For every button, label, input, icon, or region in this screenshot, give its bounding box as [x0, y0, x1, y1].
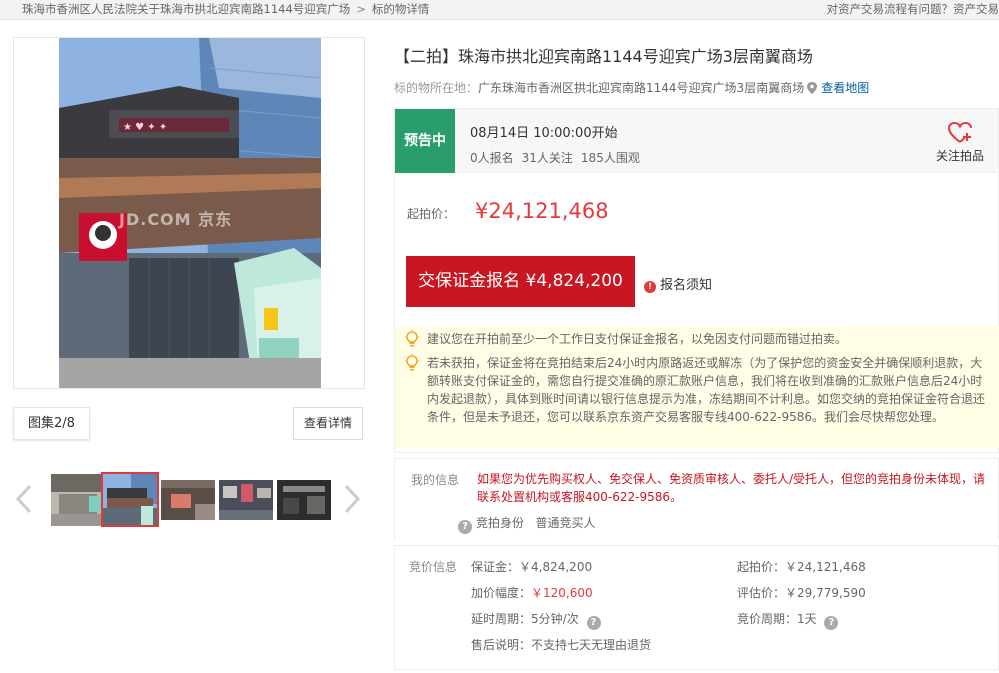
- deposit-value: ￥4,824,200: [519, 560, 593, 574]
- tip-2: 若未获拍，保证金将在竞拍结束后24小时内原路返还或解冻（为了保护您的资金安全并确…: [427, 356, 986, 424]
- auction-panel: 预告中 08月14日 10:00:00开始 0人报名 31人关注 185人围观 关注…: [394, 108, 999, 453]
- gallery-counter-tab[interactable]: 图集2/8: [13, 407, 90, 440]
- thumbnail-3[interactable]: [161, 474, 215, 526]
- signup-notice-link[interactable]: ! 报名须知: [644, 274, 712, 293]
- follower-count: 31人关注: [521, 151, 573, 165]
- start-price-label: 起拍价：: [407, 207, 456, 221]
- identity-label: 竞拍身份: [476, 516, 525, 530]
- breadcrumb-separator: >: [356, 2, 366, 16]
- auction-start-time: 08月14日 10:00:00开始: [470, 126, 618, 141]
- my-info-warning: 如果您为优先购买权人、免交保人、免资质审核人、委托人/受托人，但您的竞拍身份未体…: [477, 472, 986, 504]
- map-pin-icon: [807, 82, 818, 94]
- heart-plus-icon: [947, 121, 972, 143]
- photo-watermark: JD.COM 京东: [119, 210, 233, 229]
- start-value: ￥24,121,468: [785, 560, 866, 574]
- increment-label: 加价幅度：: [471, 586, 532, 600]
- auction-status-row: 预告中 08月14日 10:00:00开始 0人报名 31人关注 185人围观 关注…: [395, 109, 998, 173]
- thumbnail-5[interactable]: [277, 474, 331, 526]
- item-title: 【二拍】珠海市拱北迎宾南路1144号迎宾广场3层南翼商场: [394, 47, 813, 66]
- alert-icon: !: [644, 281, 656, 293]
- delay-label: 延时周期：: [471, 612, 532, 626]
- top-bar: 珠海市香洲区人民法院关于珠海市拱北迎宾南路1144号迎宾广场 > 标的物详情 对资产…: [0, 0, 999, 20]
- lightbulb-icon: [404, 354, 420, 372]
- tip-1: 建议您在开拍前至少一个工作日支付保证金报名，以免因支付问题而错过拍卖。: [427, 332, 848, 346]
- location-address: 广东珠海市香洲区拱北迎宾南路1144号迎宾广场3层南翼商场: [478, 81, 805, 95]
- help-link[interactable]: 对资产交易流程有问题？资产交易: [827, 1, 999, 17]
- delay-info: 延时周期：5分钟/次 ?: [471, 610, 605, 630]
- cycle-info: 竞价周期：1天 ?: [737, 610, 842, 630]
- deposit-label: 保证金：: [471, 560, 520, 574]
- auction-stats: 0人报名 31人关注 185人围观: [470, 149, 648, 166]
- svg-text:★ ♥ ✦ ✦: ★ ♥ ✦ ✦: [123, 122, 167, 133]
- delay-value: 5分钟/次: [531, 612, 579, 626]
- increment-info: 加价幅度：￥120,600: [471, 584, 593, 601]
- view-details-button[interactable]: 查看详情: [293, 407, 363, 440]
- help-icon[interactable]: ?: [586, 616, 601, 630]
- pay-deposit-signup-button[interactable]: 交保证金报名 ¥4,824,200: [406, 256, 635, 307]
- thumbnail-4[interactable]: [219, 474, 273, 526]
- help-icon[interactable]: ?: [458, 520, 472, 534]
- increment-value: ￥120,600: [531, 586, 593, 600]
- breadcrumb-item-current: 标的物详情: [371, 2, 430, 16]
- appraisal-value: ￥29,779,590: [785, 586, 866, 600]
- viewer-count: 185人围观: [580, 151, 640, 165]
- breadcrumb-item-court[interactable]: 珠海市香洲区人民法院关于珠海市拱北迎宾南路1144号迎宾广场: [22, 2, 350, 16]
- identity-value: 普通竞买人: [535, 516, 596, 530]
- start-label: 起拍价：: [737, 560, 786, 574]
- location-label: 标的物所在地：: [394, 81, 479, 95]
- thumbnail-1[interactable]: [51, 474, 105, 526]
- cycle-label: 竞价周期：: [737, 612, 798, 626]
- breadcrumb: 珠海市香洲区人民法院关于珠海市拱北迎宾南路1144号迎宾广场 > 标的物详情: [22, 1, 429, 17]
- thumbnail-2-selected[interactable]: [101, 472, 159, 527]
- help-icon[interactable]: ?: [824, 616, 839, 630]
- my-info-section: 我的信息 如果您为优先购买权人、免交保人、免资质审核人、委托人/受托人，但您的竞…: [394, 458, 999, 540]
- main-image-frame: ★ ♥ ✦ ✦ JD.COM 京东: [13, 37, 365, 389]
- aftersale-label: 售后说明：: [471, 638, 532, 652]
- lightbulb-icon: [404, 330, 420, 348]
- aftersale-value: 不支持七天无理由退货: [531, 638, 652, 652]
- follow-label: 关注拍品: [935, 149, 984, 163]
- aftersale-info: 售后说明：不支持七天无理由退货: [471, 636, 651, 653]
- view-map-link[interactable]: 查看地图: [821, 81, 869, 95]
- bidder-identity: ? 竞拍身份 普通竞买人: [458, 514, 595, 534]
- appraisal-info: 评估价：￥29,779,590: [737, 584, 866, 601]
- tips-panel: 建议您在开拍前至少一个工作日支付保证金报名，以免因支付问题而错过拍卖。 若未获拍…: [395, 326, 999, 448]
- follow-item-button[interactable]: 关注拍品: [930, 121, 990, 164]
- my-info-label: 我的信息: [411, 473, 460, 487]
- cycle-value: 1天: [797, 612, 817, 626]
- bid-info-label: 竞价信息: [409, 560, 458, 574]
- bid-info-section: 竞价信息 保证金：￥4,824,200 加价幅度：￥120,600 延时周期：5…: [394, 545, 999, 670]
- status-badge: 预告中: [395, 109, 455, 173]
- item-location: 标的物所在地：广东珠海市香洲区拱北迎宾南路1144号迎宾广场3层南翼商场 查看地图: [394, 79, 869, 96]
- chevron-right-icon[interactable]: [342, 484, 362, 514]
- chevron-left-icon[interactable]: [14, 484, 34, 514]
- signup-notice-label: 报名须知: [660, 278, 713, 293]
- start-price-value: ¥24,121,468: [475, 199, 609, 223]
- deposit-info: 保证金：￥4,824,200: [471, 558, 592, 575]
- signup-count: 0人报名: [470, 151, 514, 165]
- start-price-info: 起拍价：￥24,121,468: [737, 558, 866, 575]
- appraisal-label: 评估价：: [737, 586, 786, 600]
- main-photo[interactable]: ★ ♥ ✦ ✦ JD.COM 京东: [59, 38, 321, 388]
